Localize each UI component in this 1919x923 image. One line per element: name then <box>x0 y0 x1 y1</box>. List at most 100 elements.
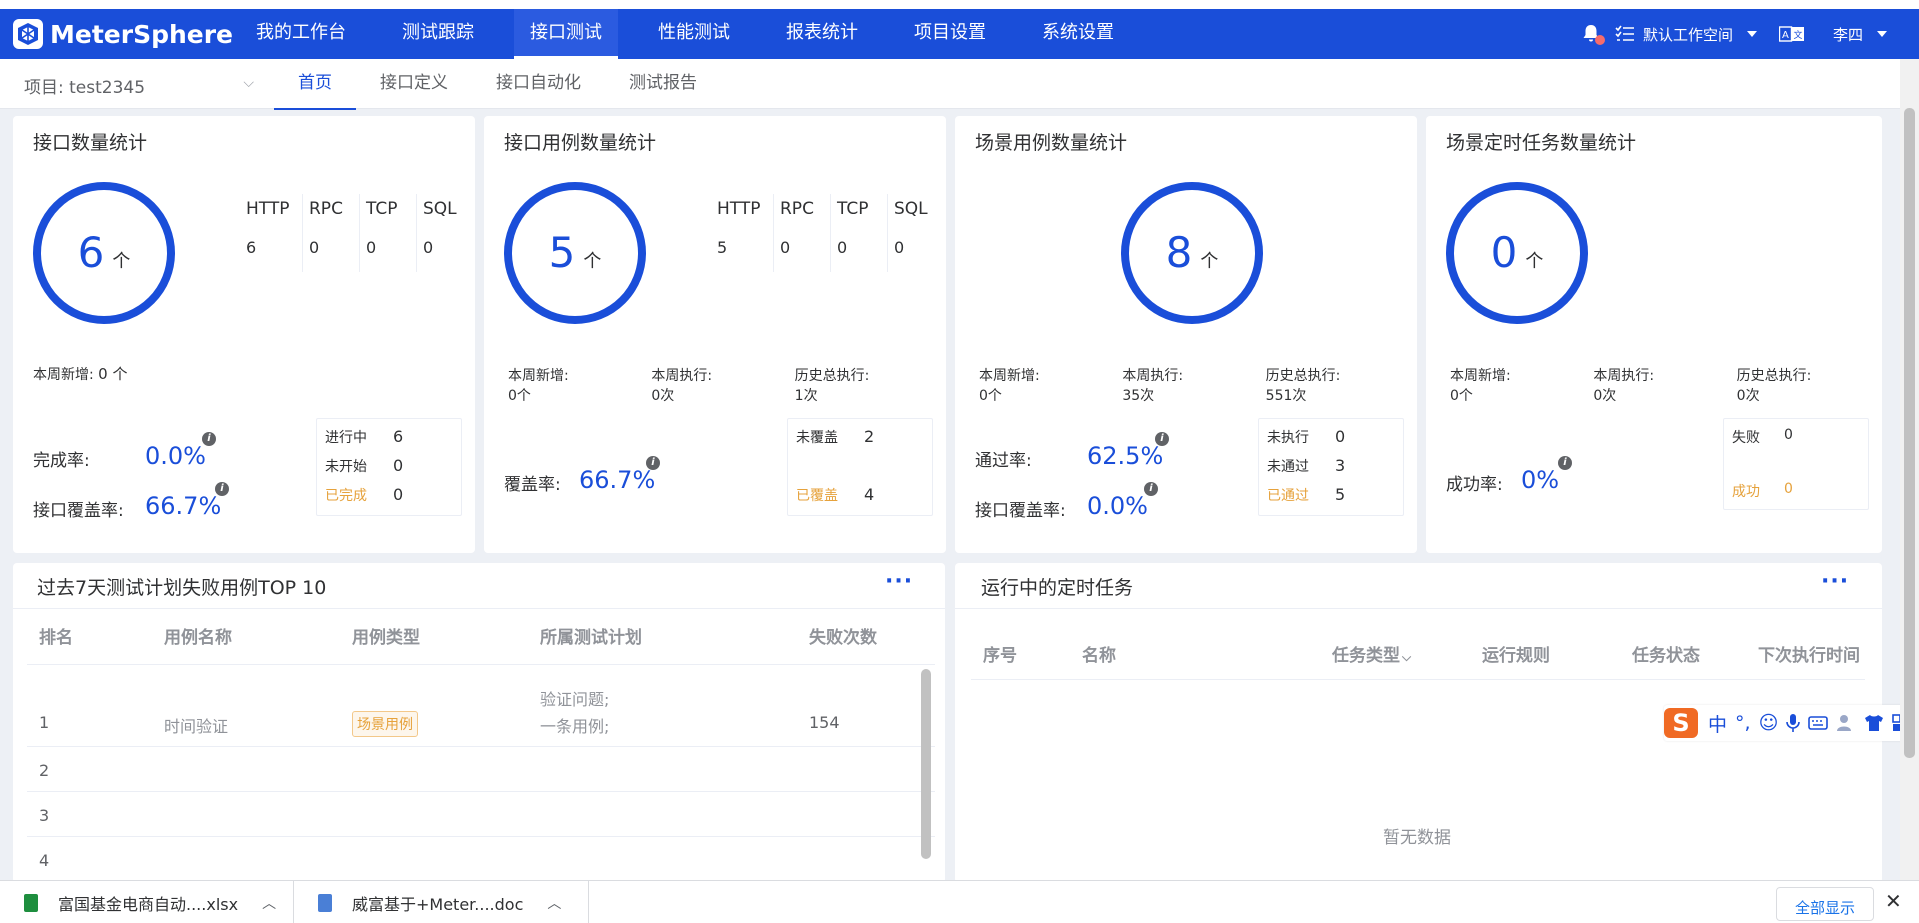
protocol-value: 5 <box>717 238 728 257</box>
status-row: 已通过 5 <box>1267 485 1345 505</box>
task-list-icon[interactable] <box>1615 25 1635 43</box>
col-rank: 排名 <box>39 628 73 648</box>
completion-rate-label: 完成率: <box>33 451 90 471</box>
pass-rate-value: 62.5% <box>1087 442 1164 470</box>
schedule-count: 0 <box>1490 228 1518 277</box>
nav-system-settings[interactable]: 系统设置 <box>1026 9 1130 59</box>
card-title: 场景定时任务数量统计 <box>1446 132 1637 154</box>
ime-punct[interactable]: °, <box>1735 712 1751 734</box>
divider <box>27 664 935 665</box>
notification-bell-icon[interactable] <box>1581 23 1605 45</box>
scenario-count-ring: 8 个 <box>1121 182 1263 324</box>
card-title: 场景用例数量统计 <box>975 132 1128 154</box>
nav-workbench[interactable]: 我的工作台 <box>240 9 362 59</box>
user-tools-icon[interactable] <box>1836 714 1856 732</box>
info-icon[interactable]: i <box>646 456 660 470</box>
status-value: 2 <box>864 427 875 446</box>
table-scrollbar[interactable] <box>921 669 931 859</box>
stat-value: 0个 <box>508 388 531 404</box>
more-icon[interactable]: ··· <box>885 569 913 594</box>
info-icon[interactable]: i <box>215 482 229 496</box>
info-icon[interactable]: i <box>1558 456 1572 470</box>
status-label: 失败 <box>1732 430 1760 446</box>
chevron-down-icon: ⌵ <box>243 75 254 91</box>
chevron-up-icon[interactable]: ︿ <box>547 893 561 913</box>
status-box: 未执行 0 未通过 3 已通过 5 <box>1258 418 1404 516</box>
api-count: 6 <box>77 228 105 277</box>
word-file-icon <box>318 893 332 912</box>
info-icon[interactable]: i <box>202 432 216 446</box>
protocol-value: 0 <box>423 238 434 257</box>
chevron-up-icon[interactable]: ︿ <box>262 893 276 913</box>
fail-top10-panel: 过去7天测试计划失败用例TOP 10 ··· 排名 用例名称 用例类型 所属测试… <box>13 563 945 883</box>
col-task-type[interactable]: 任务类型 ⌵ <box>1332 641 1411 666</box>
protocol-table: HTTP 6 RPC 0 TCP 0 SQL 0 <box>246 194 473 272</box>
top-header: MeterSphere 我的工作台 测试跟踪 接口测试 性能测试 报表统计 项目… <box>0 9 1919 59</box>
divider <box>27 791 935 792</box>
app-logo[interactable]: MeterSphere <box>12 15 233 53</box>
metersphere-logo-icon <box>13 19 43 49</box>
cell-rank[interactable]: 2 <box>39 761 49 780</box>
protocol-name: SQL <box>894 199 928 219</box>
nav-report[interactable]: 报表统计 <box>770 9 874 59</box>
protocol-name: HTTP <box>246 199 290 219</box>
close-icon[interactable]: ✕ <box>1885 889 1902 913</box>
stat-value: 35次 <box>1122 388 1155 404</box>
header-right: 默认工作空间 A文 李四 <box>1581 9 1919 59</box>
cell-rank[interactable]: 4 <box>39 851 49 870</box>
status-label: 成功 <box>1732 484 1760 500</box>
protocol-name: RPC <box>309 199 343 219</box>
download-bar: 富国基金电商自动....xlsx ︿ 威富基于+Meter....doc ︿ 全… <box>0 880 1919 923</box>
tab-api-definition[interactable]: 接口定义 <box>356 59 472 109</box>
sogou-logo-icon[interactable]: S <box>1664 708 1698 738</box>
cell-rank[interactable]: 3 <box>39 806 49 825</box>
download-item-xlsx[interactable]: 富国基金电商自动....xlsx ︿ <box>24 881 276 923</box>
api-count-card: 接口数量统计 6 个 HTTP 6 RPC 0 TCP 0 SQL 0 本周新增: 0 … <box>13 116 475 553</box>
nav-api-test[interactable]: 接口测试 <box>514 9 618 59</box>
ime-toolbar: S 中 °, ☺ <box>1664 705 1919 741</box>
status-value: 0 <box>393 485 404 504</box>
download-item-doc[interactable]: 威富基于+Meter....doc ︿ <box>318 881 561 923</box>
stat-value: 0个 <box>1450 388 1473 404</box>
tab-api-automation[interactable]: 接口自动化 <box>472 59 605 109</box>
user-name: 李四 <box>1832 25 1863 44</box>
more-icon[interactable]: ··· <box>1821 569 1849 594</box>
status-row: 已完成 0 <box>325 485 403 505</box>
info-icon[interactable]: i <box>1144 482 1158 496</box>
keyboard-icon[interactable] <box>1808 716 1829 730</box>
user-menu[interactable]: 李四 <box>1833 24 1887 45</box>
skin-shirt-icon[interactable] <box>1864 714 1884 732</box>
main-nav: 我的工作台 测试跟踪 接口测试 性能测试 报表统计 项目设置 系统设置 <box>240 9 1154 59</box>
page-scrollbar-thumb[interactable] <box>1904 108 1915 758</box>
project-selector[interactable]: 项目: test2345 ⌵ <box>24 73 254 98</box>
emoji-icon[interactable]: ☺ <box>1759 712 1779 734</box>
count-unit: 个 <box>583 251 602 272</box>
logo-text: MeterSphere <box>50 19 234 49</box>
tab-home[interactable]: 首页 <box>274 59 356 110</box>
success-rate-label: 成功率: <box>1446 475 1503 495</box>
nav-test-track[interactable]: 测试跟踪 <box>386 9 490 59</box>
schedule-stats: 本周新增: 0个 本周执行: 0次 历史总执行: 0次 <box>1450 366 1880 406</box>
api-count-ring: 6 个 <box>33 182 175 324</box>
sub-nav-bar: 项目: test2345 ⌵ 首页 接口定义 接口自动化 测试报告 <box>0 59 1900 110</box>
status-value: 6 <box>393 427 404 446</box>
tab-test-report[interactable]: 测试报告 <box>605 59 721 109</box>
nav-project-settings[interactable]: 项目设置 <box>898 9 1002 59</box>
status-row: 未开始 0 <box>325 456 403 476</box>
protocol-table: HTTP 5 RPC 0 TCP 0 SQL 0 <box>717 194 944 272</box>
stat-value: 1次 <box>794 388 818 404</box>
coverage-rate-value: 66.7% <box>579 466 656 494</box>
show-all-downloads-button[interactable]: 全部显示 <box>1776 887 1874 921</box>
ime-lang[interactable]: 中 <box>1708 710 1727 737</box>
workspace-switcher[interactable]: 默认工作空间 <box>1615 24 1757 45</box>
status-box: 失败 0 成功 0 <box>1723 418 1869 510</box>
info-icon[interactable]: i <box>1155 432 1169 446</box>
microphone-icon[interactable] <box>1786 713 1801 733</box>
status-value: 4 <box>864 485 875 504</box>
count-unit: 个 <box>112 251 131 272</box>
language-icon[interactable]: A文 <box>1778 26 1805 42</box>
protocol-value: 0 <box>837 238 848 257</box>
protocol-value: 0 <box>894 238 905 257</box>
nav-performance[interactable]: 性能测试 <box>642 9 746 59</box>
stat-value: 0个 <box>979 388 1002 404</box>
